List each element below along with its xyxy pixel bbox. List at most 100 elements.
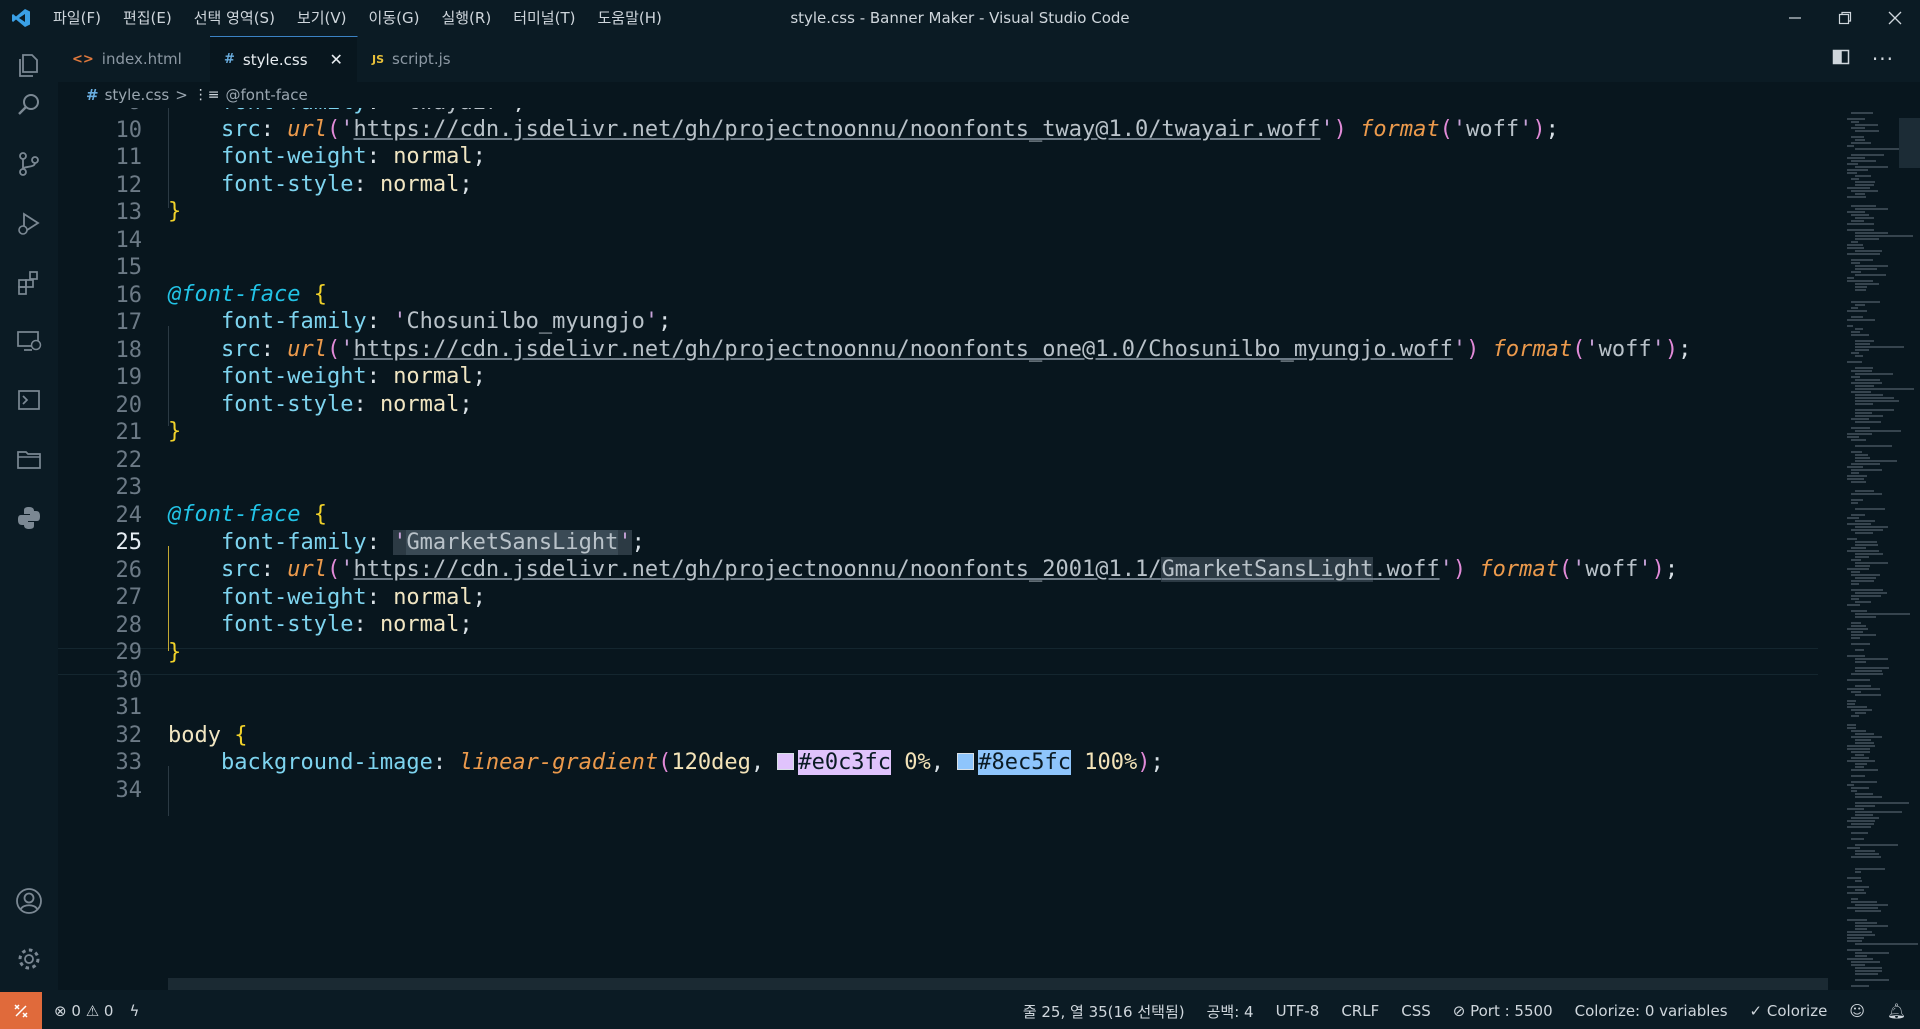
line-number: 14 xyxy=(115,227,143,253)
tab-index-html[interactable]: <> index.html xyxy=(58,36,210,82)
line-number: 15 xyxy=(115,255,143,280)
restore-icon[interactable] xyxy=(1820,0,1870,36)
live-server-port[interactable]: ⊘ Port : 5500 xyxy=(1453,1002,1553,1020)
minimap-line xyxy=(1855,649,1864,651)
code-area[interactable]: font-family: 'twayair'; src: url('https:… xyxy=(168,108,1808,990)
minimap-line xyxy=(1851,136,1864,138)
vertical-scrollbar-thumb[interactable] xyxy=(1899,118,1920,168)
minimap-line xyxy=(1851,271,1861,273)
line-number: 22 xyxy=(115,447,143,473)
minimap-line xyxy=(1851,625,1866,627)
menu-go[interactable]: 이동(G) xyxy=(358,0,431,36)
minimize-icon[interactable] xyxy=(1770,0,1820,36)
accounts-icon[interactable] xyxy=(0,872,58,930)
minimap-line xyxy=(1855,613,1910,615)
minimap-line xyxy=(1855,880,1862,882)
code-line-12: font-style: normal; xyxy=(220,172,473,197)
menu-edit[interactable]: 편집(E) xyxy=(112,0,183,36)
minimap-line xyxy=(1855,508,1885,510)
minimap-line xyxy=(1851,637,1860,639)
lightning-icon[interactable]: ϟ xyxy=(129,1002,139,1020)
minimap-line xyxy=(1851,631,1863,633)
minimap-line xyxy=(1855,166,1888,168)
code-line-9: font-family: 'twayair'; xyxy=(168,108,526,116)
code-line-24: @font-face { xyxy=(168,502,327,527)
end-of-line[interactable]: CRLF xyxy=(1341,1002,1379,1020)
remote-indicator[interactable] xyxy=(0,991,42,1029)
folder-icon[interactable] xyxy=(0,430,58,488)
minimap-line xyxy=(1855,250,1882,252)
minimap-line xyxy=(1855,274,1886,276)
notifications-bell-icon[interactable]: 🔔︎ xyxy=(1887,1002,1906,1020)
tab-close-icon[interactable]: ✕ xyxy=(330,50,343,69)
minimap-line xyxy=(1847,688,1880,690)
menu-view[interactable]: 보기(V) xyxy=(286,0,358,36)
run-debug-icon[interactable] xyxy=(0,194,58,252)
terminal-icon[interactable] xyxy=(0,371,58,429)
menu-bar: 파일(F) 편집(E) 선택 영역(S) 보기(V) 이동(G) 실행(R) 터… xyxy=(42,0,673,36)
menu-selection[interactable]: 선택 영역(S) xyxy=(183,0,286,36)
minimap-line xyxy=(1851,331,1860,333)
minimap[interactable] xyxy=(1841,108,1920,990)
search-icon[interactable] xyxy=(0,76,58,134)
minimap-line xyxy=(1851,823,1874,825)
tab-style-css[interactable]: # style.css ✕ xyxy=(210,36,358,82)
line-number: 30 xyxy=(115,667,143,693)
minimap-line xyxy=(1855,616,1876,618)
close-icon[interactable] xyxy=(1870,0,1920,36)
menu-run[interactable]: 실행(R) xyxy=(430,0,502,36)
minimap-line xyxy=(1847,760,1875,762)
line-number: 26 xyxy=(115,557,143,583)
breadcrumb-file[interactable]: style.css xyxy=(105,86,170,104)
minimap-line xyxy=(1847,244,1863,246)
minimap-line xyxy=(1855,979,1889,981)
color-swatch[interactable] xyxy=(777,753,795,770)
extensions-icon[interactable] xyxy=(0,253,58,311)
split-editor-icon[interactable] xyxy=(1832,48,1850,70)
cursor-position[interactable]: 줄 25, 열 35(16 선택됨) xyxy=(1023,1001,1185,1022)
minimap-line xyxy=(1855,130,1879,132)
horizontal-scrollbar[interactable] xyxy=(168,978,1828,990)
breadcrumb: # style.css > ⋮≡ @font-face xyxy=(58,82,1920,108)
line-number: 11 xyxy=(115,145,143,170)
more-actions-icon[interactable]: ··· xyxy=(1872,47,1894,71)
breadcrumb-symbol[interactable]: @font-face xyxy=(226,86,308,104)
menu-terminal[interactable]: 터미널(T) xyxy=(502,0,586,36)
minimap-line xyxy=(1855,379,1880,381)
minimap-line xyxy=(1851,352,1859,354)
minimap-line xyxy=(1855,340,1874,342)
language-mode[interactable]: CSS xyxy=(1401,1002,1431,1020)
feedback-icon[interactable]: ☺ xyxy=(1849,1002,1865,1020)
python-icon[interactable] xyxy=(0,489,58,547)
warning-icon: ⚠ xyxy=(85,1001,100,1020)
minimap-line xyxy=(1855,667,1889,669)
remote-explorer-icon[interactable] xyxy=(0,312,58,370)
source-control-icon[interactable] xyxy=(0,135,58,193)
minimap-line xyxy=(1855,532,1873,534)
editor-actions: ··· xyxy=(1832,36,1920,82)
problems-indicator[interactable]: ⊗ 0 ⚠ 0 xyxy=(54,1002,113,1020)
code-editor[interactable]: 9101112131415161718192021222324252627282… xyxy=(58,108,1920,990)
indentation[interactable]: 공백: 4 xyxy=(1207,1001,1254,1022)
minimap-line xyxy=(1851,370,1872,372)
colorize-toggle[interactable]: ✓ Colorize xyxy=(1750,1002,1828,1020)
minimap-line xyxy=(1851,142,1871,144)
minimap-line xyxy=(1855,385,1874,387)
minimap-line xyxy=(1855,952,1889,954)
encoding[interactable]: UTF-8 xyxy=(1276,1002,1320,1020)
tab-script-js[interactable]: JS script.js xyxy=(358,36,500,82)
menu-file[interactable]: 파일(F) xyxy=(42,0,112,36)
minimap-line xyxy=(1851,775,1865,777)
color-swatch[interactable] xyxy=(957,753,975,770)
colorize-variables[interactable]: Colorize: 0 variables xyxy=(1575,1002,1728,1020)
minimap-line xyxy=(1855,343,1870,345)
settings-gear-icon[interactable] xyxy=(0,930,58,988)
minimap-line xyxy=(1851,643,1870,645)
css-file-icon: # xyxy=(86,86,99,104)
minimap-line xyxy=(1851,856,1881,858)
menu-help[interactable]: 도움말(H) xyxy=(586,0,672,36)
minimap-line xyxy=(1847,523,1871,525)
minimap-line xyxy=(1847,931,1872,933)
minimap-line xyxy=(1847,940,1862,942)
minimap-line xyxy=(1851,673,1883,675)
